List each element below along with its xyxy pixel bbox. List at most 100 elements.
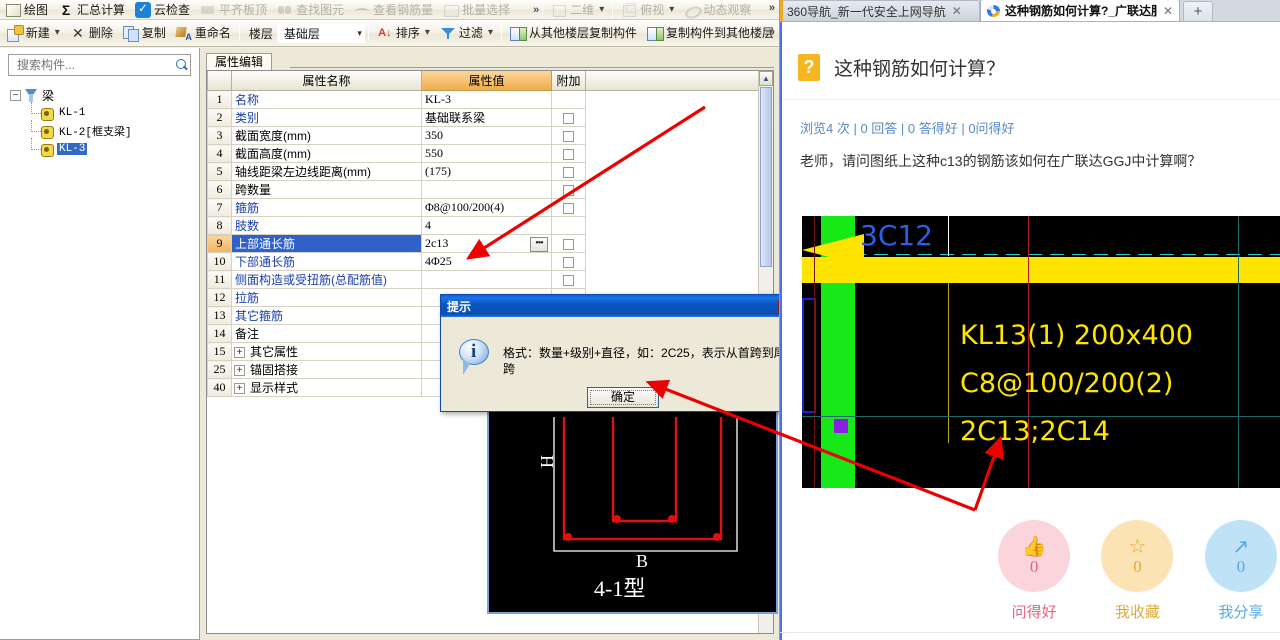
property-name-cell[interactable]: 类别 (231, 108, 422, 127)
property-attach-cell[interactable] (551, 162, 586, 181)
property-value-cell[interactable] (421, 180, 552, 199)
close-icon[interactable]: ✕ (950, 4, 964, 18)
property-name-cell[interactable]: 其它箍筋 (231, 306, 422, 325)
toolbar-overflow-chevron-icon[interactable]: » (533, 4, 539, 16)
property-row[interactable]: 9 上部通长筋 2c13 ••• (207, 234, 773, 253)
search-box[interactable] (8, 54, 191, 76)
property-name-cell[interactable]: 拉筋 (231, 288, 422, 307)
toolbar-button-filter[interactable]: 过滤 ▾ (435, 20, 498, 46)
attach-checkbox[interactable] (563, 184, 574, 196)
toolbar-button-rename[interactable]: 重命名 (171, 20, 236, 46)
property-attach-cell[interactable] (551, 144, 586, 163)
property-attach-cell[interactable] (551, 252, 586, 271)
property-row[interactable]: 1 名称 KL-3 (207, 90, 773, 109)
property-name-cell[interactable]: 下部通长筋 (231, 252, 422, 271)
property-attach-cell[interactable] (551, 90, 586, 109)
property-name-cell[interactable]: 备注 (231, 324, 422, 343)
open-rebar-editor-button[interactable]: ••• (530, 236, 548, 252)
new-tab-button[interactable]: + (1183, 1, 1213, 21)
property-value-cell[interactable]: KL-3 (421, 90, 552, 109)
property-name-cell[interactable]: + 显示样式 (231, 378, 422, 397)
toolbar-button-copy[interactable]: 复制 (118, 20, 171, 46)
property-attach-cell[interactable] (551, 126, 586, 145)
toolbar-button-copy-to-other-floor[interactable]: 复制构件到其他楼层 (642, 20, 779, 46)
property-value-cell[interactable]: (175) (421, 162, 552, 181)
browser-tab-question[interactable]: 这种钢筋如何计算?_广联达服务 ✕ (980, 0, 1180, 21)
attach-checkbox[interactable] (563, 130, 574, 142)
property-row[interactable]: 7 箍筋 Φ8@100/200(4) (207, 198, 773, 217)
toolbar-button-delete[interactable]: ✕ 删除 (65, 20, 118, 46)
property-name-cell[interactable]: 侧面构造或受扭筋(总配筋值) (231, 270, 422, 289)
expand-plus-icon[interactable]: + (234, 365, 245, 377)
property-name-cell[interactable]: 上部通长筋 (231, 234, 422, 253)
toolbar-button-draw[interactable]: 绘图 (0, 0, 53, 19)
property-attach-cell[interactable] (551, 216, 586, 235)
toolbar-button-cloud-check[interactable]: 云检查 (130, 0, 195, 19)
collapse-expander-icon[interactable]: − (10, 89, 21, 101)
property-name-cell[interactable]: 名称 (231, 90, 422, 109)
floor-select[interactable]: 基础层 ▾ (276, 23, 365, 43)
action-favorite[interactable]: ☆ 0 我收藏 (1098, 520, 1176, 622)
property-attach-cell[interactable] (551, 108, 586, 127)
property-name-cell[interactable]: 截面高度(mm) (231, 144, 422, 163)
attach-checkbox[interactable] (563, 166, 574, 178)
property-attach-cell[interactable] (551, 234, 586, 253)
toolbar-button-new[interactable]: 新建 ▾ (2, 20, 65, 46)
attach-checkbox[interactable] (563, 112, 574, 124)
property-name-cell[interactable]: 轴线距梁左边线距离(mm) (231, 162, 422, 181)
property-name-cell[interactable]: + 其它属性 (231, 342, 422, 361)
property-value-cell[interactable]: Φ8@100/200(4) (421, 198, 552, 217)
scrollbar-thumb[interactable] (760, 87, 772, 267)
action-share[interactable]: ↗ 0 我分享 (1202, 520, 1280, 622)
expand-plus-icon[interactable]: + (234, 383, 245, 395)
property-value-cell[interactable]: 4Φ25 (421, 252, 552, 271)
property-value-cell[interactable]: 基础联系梁 (421, 108, 552, 127)
property-value-cell[interactable]: 2c13 ••• (421, 234, 552, 253)
column-header-property-value[interactable]: 属性值 (421, 71, 552, 91)
dialog-ok-button[interactable]: 确定 (587, 387, 659, 408)
action-good-question[interactable]: 👍 0 问得好 (995, 520, 1073, 622)
search-input[interactable] (15, 56, 174, 74)
expand-plus-icon[interactable]: + (234, 347, 245, 359)
tree-item-kl-2[interactable]: KL-2[框支梁] (26, 120, 199, 140)
property-row[interactable]: 4 截面高度(mm) 550 (207, 144, 773, 163)
property-row[interactable]: 11 侧面构造或受扭筋(总配筋值) (207, 270, 773, 289)
property-row[interactable]: 6 跨数量 (207, 180, 773, 199)
property-row[interactable]: 2 类别 基础联系梁 (207, 108, 773, 127)
toolbar-button-copy-from-other-floor[interactable]: 从其他楼层复制构件 (505, 20, 642, 46)
attach-checkbox[interactable] (563, 202, 574, 214)
column-header-attach[interactable]: 附加 (551, 71, 586, 91)
tab-property-edit[interactable]: 属性编辑 (206, 53, 273, 70)
property-row[interactable]: 5 轴线距梁左边线距离(mm) (175) (207, 162, 773, 181)
tree-item-kl-3[interactable]: KL-3 (26, 138, 199, 158)
attach-checkbox[interactable] (563, 238, 574, 250)
property-name-cell[interactable]: 箍筋 (231, 198, 422, 217)
property-name-cell[interactable]: + 锚固搭接 (231, 360, 422, 379)
component-toolbar-overflow-icon[interactable]: » (769, 26, 775, 38)
attach-checkbox[interactable] (563, 274, 574, 286)
property-name-cell[interactable]: 肢数 (231, 216, 422, 235)
property-value-cell[interactable]: 4 (421, 216, 552, 235)
property-attach-cell[interactable] (551, 198, 586, 217)
close-icon[interactable]: ✕ (1161, 4, 1175, 18)
property-value-cell[interactable]: 350 (421, 126, 552, 145)
property-row[interactable]: 10 下部通长筋 4Φ25 (207, 252, 773, 271)
toolbar-button-summary-calc[interactable]: Σ 汇总计算 (53, 0, 130, 19)
property-value-cell[interactable]: 550 (421, 144, 552, 163)
search-icon[interactable] (174, 57, 190, 73)
property-attach-cell[interactable] (551, 180, 586, 199)
toolbar-button-sort[interactable]: A↓ 排序 ▾ (372, 20, 435, 46)
property-attach-cell[interactable] (551, 270, 586, 289)
property-name-cell[interactable]: 跨数量 (231, 180, 422, 199)
browser-tab-360-nav[interactable]: 360导航_新一代安全上网导航 ✕ (780, 0, 980, 21)
property-name-cell[interactable]: 截面宽度(mm) (231, 126, 422, 145)
tree-item-kl-1[interactable]: KL-1 (26, 102, 199, 122)
property-value-cell[interactable] (421, 270, 552, 289)
attach-checkbox[interactable] (563, 256, 574, 268)
attach-checkbox[interactable] (563, 148, 574, 160)
toolbar-overflow-right-icon[interactable]: » (769, 2, 775, 14)
property-row[interactable]: 8 肢数 4 (207, 216, 773, 235)
scroll-up-icon[interactable]: ▲ (759, 71, 773, 86)
column-header-property-name[interactable]: 属性名称 (231, 71, 422, 91)
property-row[interactable]: 3 截面宽度(mm) 350 (207, 126, 773, 145)
